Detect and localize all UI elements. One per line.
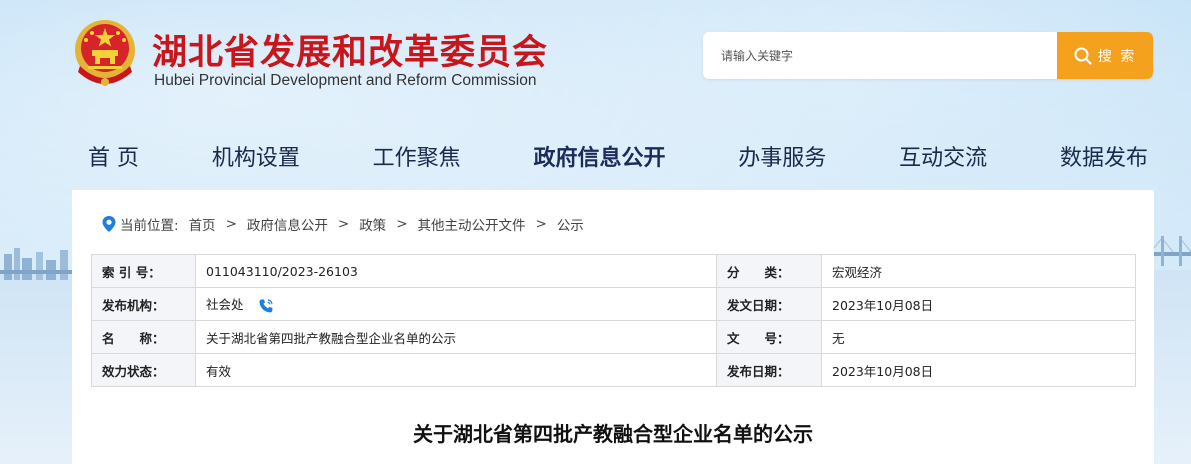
- site-title: 湖北省发展和改革委员会: [152, 33, 549, 73]
- breadcrumb-separator: >: [396, 216, 408, 232]
- breadcrumb-home[interactable]: 首页: [189, 214, 216, 234]
- site-subtitle: Hubei Provincial Development and Reform …: [154, 72, 537, 89]
- table-row: 发布机构： 社会处 发文日期： 2023年10月08日: [91, 287, 1136, 321]
- table-row: 名 称： 关于湖北省第四批产教融合型企业名单的公示 文 号： 无: [91, 320, 1136, 354]
- search-icon: [1074, 47, 1092, 64]
- table-row: 索 引 号： 011043110/2023-26103 分 类： 宏观经济: [91, 254, 1136, 288]
- publisher-cell: 社会处: [195, 287, 717, 321]
- breadcrumb-separator: >: [225, 216, 237, 232]
- nav-item-work-focus[interactable]: 工作聚焦: [373, 140, 461, 172]
- document-metadata-table: 索 引 号： 011043110/2023-26103 分 类： 宏观经济 发布…: [91, 254, 1136, 387]
- bridge-right: [1151, 236, 1191, 266]
- location-pin-icon: [102, 216, 116, 232]
- publisher-value: 社会处: [206, 297, 244, 313]
- content-panel: 当前位置: 首页 > 政府信息公开 > 政策 > 其他主动公开文件 > 公示 索…: [72, 190, 1154, 464]
- main-nav: 首 页 机构设置 工作聚焦 政府信息公开 办事服务 互动交流 数据发布: [88, 138, 1148, 174]
- doc-date-value: 2023年10月08日: [821, 287, 1136, 321]
- pub-date-value: 2023年10月08日: [821, 353, 1136, 387]
- breadcrumb-policy[interactable]: 政策: [359, 214, 386, 234]
- index-no-value: 011043110/2023-26103: [195, 254, 717, 288]
- background-scenery-right: [1151, 270, 1191, 464]
- nav-item-data-release[interactable]: 数据发布: [1060, 140, 1148, 172]
- table-row: 效力状态： 有效 发布日期： 2023年10月08日: [91, 353, 1136, 387]
- name-label: 名 称：: [91, 320, 196, 354]
- category-value: 宏观经济: [821, 254, 1136, 288]
- nav-item-services[interactable]: 办事服务: [738, 140, 826, 172]
- status-value: 有效: [195, 353, 717, 387]
- document-title: 关于湖北省第四批产教融合型企业名单的公示: [413, 422, 813, 446]
- breadcrumb-gov-info[interactable]: 政府信息公开: [247, 214, 328, 234]
- background-scenery-left: [0, 270, 78, 464]
- breadcrumb-separator: >: [337, 216, 350, 232]
- breadcrumb-prefix: 当前位置:: [120, 218, 179, 234]
- name-value: 关于湖北省第四批产教融合型企业名单的公示: [195, 320, 717, 354]
- publisher-label: 发布机构：: [91, 287, 196, 321]
- nav-item-home[interactable]: 首 页: [88, 140, 139, 172]
- category-label: 分 类：: [716, 254, 822, 288]
- breadcrumb-other-files[interactable]: 其他主动公开文件: [418, 214, 526, 234]
- national-emblem-logo[interactable]: [70, 16, 140, 90]
- breadcrumb: 当前位置: 首页 > 政府信息公开 > 政策 > 其他主动公开文件 > 公示: [102, 214, 584, 234]
- phone-icon[interactable]: [258, 298, 274, 314]
- search-input[interactable]: [703, 32, 1057, 79]
- breadcrumb-separator: >: [535, 216, 547, 232]
- search-bar: 搜 索: [703, 32, 1153, 79]
- search-button-label: 搜 索: [1097, 48, 1137, 65]
- search-button[interactable]: 搜 索: [1057, 32, 1153, 79]
- pub-date-label: 发布日期：: [716, 353, 822, 387]
- doc-date-label: 发文日期：: [716, 287, 822, 321]
- doc-no-value: 无: [821, 320, 1136, 354]
- doc-no-label: 文 号：: [716, 320, 822, 354]
- nav-item-interaction[interactable]: 互动交流: [899, 140, 987, 172]
- nav-item-organization[interactable]: 机构设置: [212, 140, 300, 172]
- city-skyline-left: [0, 248, 78, 280]
- nav-item-gov-info-disclosure[interactable]: 政府信息公开: [533, 140, 665, 172]
- index-no-label: 索 引 号：: [91, 254, 196, 288]
- breadcrumb-notice[interactable]: 公示: [557, 214, 584, 234]
- status-label: 效力状态：: [91, 353, 196, 387]
